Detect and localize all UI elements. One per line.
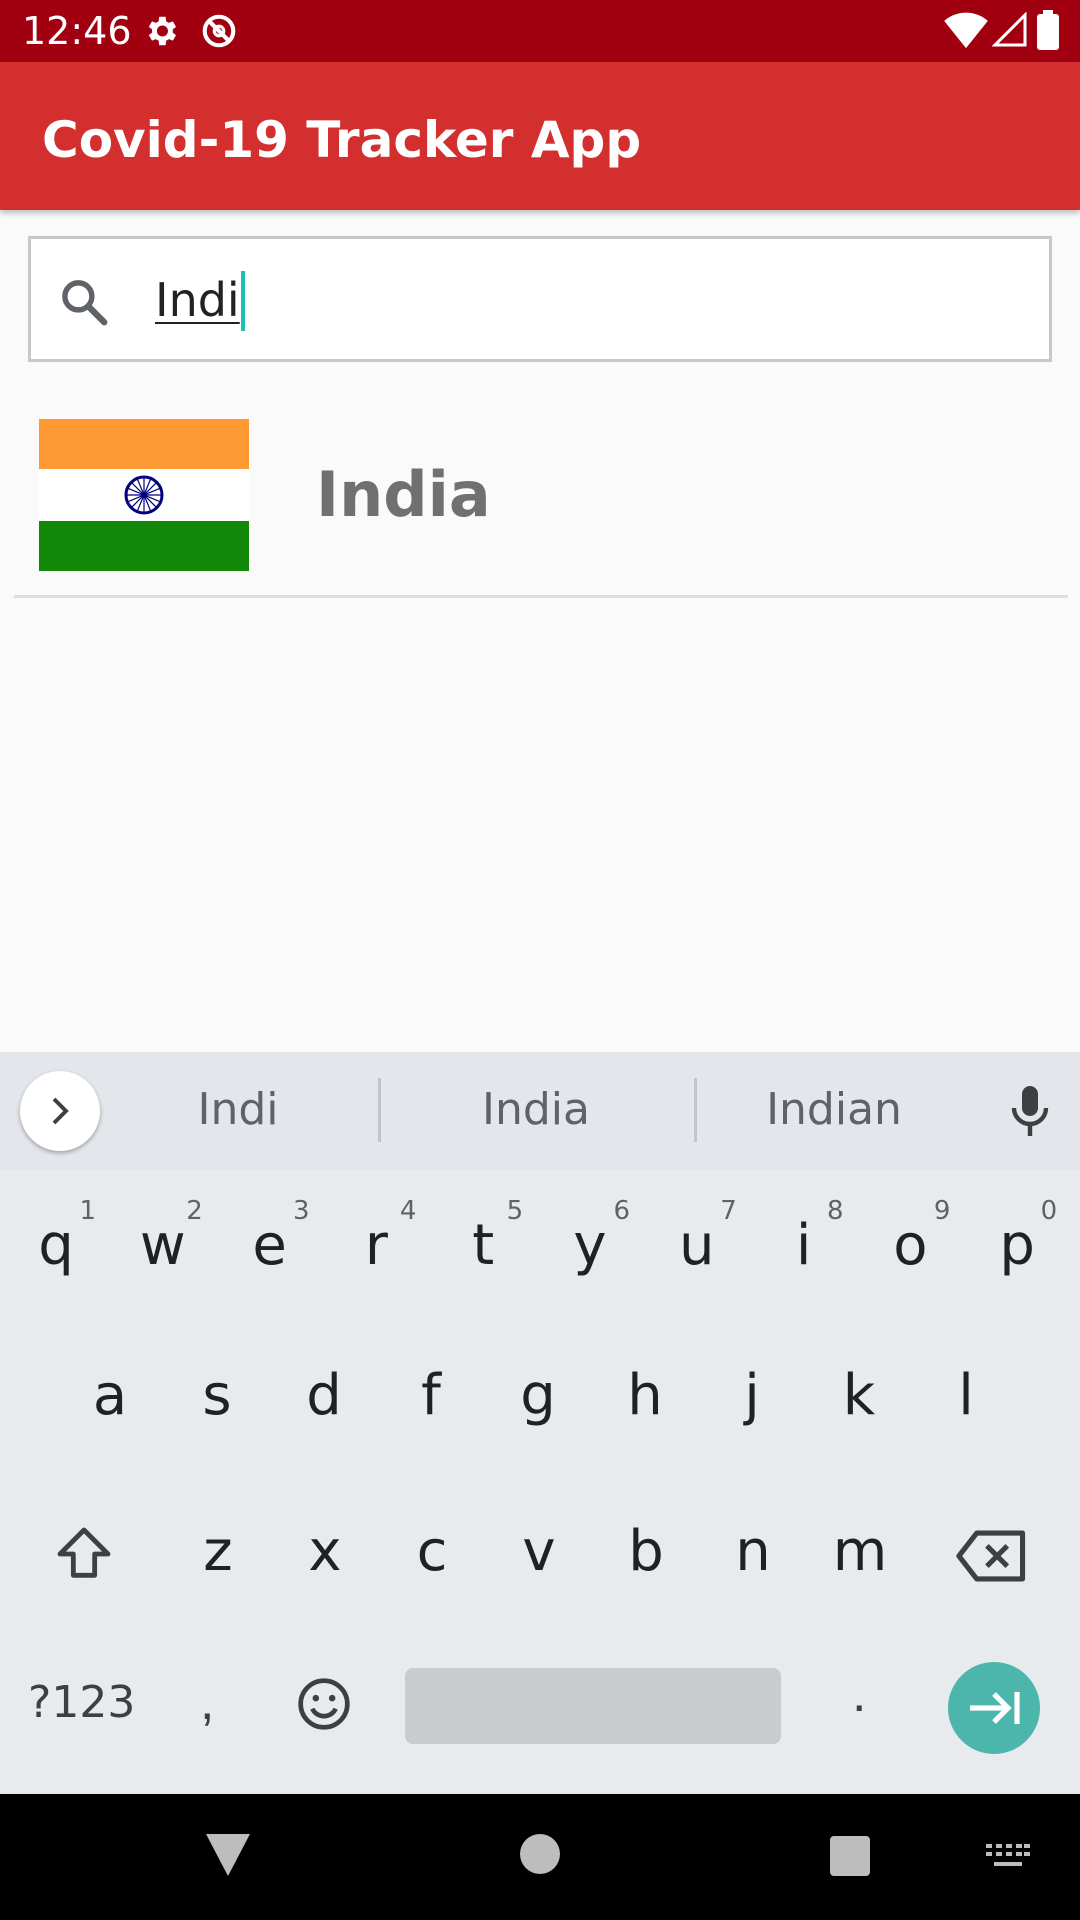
keyboard-switch-icon[interactable] xyxy=(986,1844,1030,1875)
period-key[interactable]: . xyxy=(852,1664,866,1724)
key-label: q xyxy=(38,1213,74,1278)
flag-saffron-band xyxy=(39,419,249,469)
wifi-icon xyxy=(944,10,988,49)
suggestion-1[interactable]: Indi xyxy=(138,1080,338,1140)
microphone-icon[interactable] xyxy=(1005,1084,1055,1140)
key-label: i xyxy=(795,1213,812,1278)
key-i[interactable]: i8 xyxy=(756,1186,852,1306)
key-z[interactable]: z xyxy=(170,1492,266,1612)
key-f[interactable]: f xyxy=(383,1336,479,1456)
key-x[interactable]: x xyxy=(277,1492,373,1612)
suggestion-divider xyxy=(378,1078,381,1142)
space-key[interactable] xyxy=(405,1668,781,1744)
flag-green-band xyxy=(39,521,249,571)
screen: 12:46 Covid-19 Tracker App Indi India In… xyxy=(0,0,1080,1920)
key-e[interactable]: e3 xyxy=(222,1186,318,1306)
key-p[interactable]: p0 xyxy=(969,1186,1065,1306)
key-hint: 4 xyxy=(399,1196,417,1226)
country-name: India xyxy=(316,458,491,531)
key-a[interactable]: a xyxy=(62,1336,158,1456)
key-k[interactable]: k xyxy=(811,1336,907,1456)
next-arrow-icon xyxy=(970,1692,1020,1724)
app-title: Covid-19 Tracker App xyxy=(42,111,642,169)
key-q[interactable]: q1 xyxy=(8,1186,104,1306)
enter-key[interactable] xyxy=(948,1662,1040,1754)
search-icon xyxy=(57,275,111,329)
key-label: p xyxy=(999,1213,1035,1278)
recents-icon[interactable] xyxy=(830,1836,870,1881)
suggestion-divider xyxy=(694,1078,697,1142)
signal-icon xyxy=(991,11,1030,50)
suggestion-bar: Indi India Indian xyxy=(0,1052,1080,1170)
expand-suggestions-button[interactable] xyxy=(20,1071,100,1151)
key-label: r xyxy=(364,1213,388,1278)
key-u[interactable]: u7 xyxy=(649,1186,745,1306)
key-label: w xyxy=(139,1213,186,1278)
no-disturb-icon xyxy=(200,12,238,50)
key-j[interactable]: j xyxy=(704,1336,800,1456)
key-o[interactable]: o9 xyxy=(862,1186,958,1306)
key-label: e xyxy=(252,1213,287,1278)
suggestion-2[interactable]: India xyxy=(436,1080,636,1140)
key-d[interactable]: d xyxy=(276,1336,372,1456)
settings-icon xyxy=(142,12,180,50)
key-y[interactable]: y6 xyxy=(542,1186,638,1306)
battery-icon xyxy=(1036,10,1060,50)
key-hint: 3 xyxy=(293,1196,310,1226)
key-s[interactable]: s xyxy=(169,1336,265,1456)
key-l[interactable]: l xyxy=(918,1336,1014,1456)
status-bar: 12:46 xyxy=(0,0,1080,62)
key-hint: 7 xyxy=(720,1196,737,1226)
list-item[interactable]: India xyxy=(14,396,1068,598)
key-hint: 6 xyxy=(613,1196,630,1226)
backspace-icon xyxy=(956,1530,1026,1582)
status-time: 12:46 xyxy=(22,9,132,53)
emoji-icon xyxy=(298,1678,350,1730)
key-g[interactable]: g xyxy=(490,1336,586,1456)
key-hint: 8 xyxy=(827,1196,844,1226)
key-m[interactable]: m xyxy=(812,1492,908,1612)
navigation-bar xyxy=(0,1794,1080,1920)
app-bar: Covid-19 Tracker App xyxy=(0,62,1080,210)
key-hint: 1 xyxy=(79,1196,96,1226)
key-label: y xyxy=(573,1213,607,1278)
emoji-key[interactable] xyxy=(296,1676,352,1737)
chevron-right-icon xyxy=(52,1097,69,1125)
ashoka-chakra-icon xyxy=(124,475,164,515)
key-w[interactable]: w2 xyxy=(115,1186,211,1306)
key-hint: 9 xyxy=(933,1196,951,1226)
flag-white-band xyxy=(39,469,249,521)
symbols-key[interactable]: ?123 xyxy=(28,1673,148,1733)
search-input[interactable]: Indi xyxy=(155,269,245,331)
backspace-key[interactable] xyxy=(956,1528,1028,1589)
key-label: u xyxy=(679,1213,715,1278)
text-cursor xyxy=(240,270,245,331)
key-hint: 2 xyxy=(186,1196,203,1226)
key-hint: 0 xyxy=(1040,1196,1058,1226)
india-flag xyxy=(39,419,249,571)
key-h[interactable]: h xyxy=(597,1336,693,1456)
key-label: t xyxy=(472,1213,495,1278)
suggestion-3[interactable]: Indian xyxy=(734,1080,934,1140)
shift-icon xyxy=(57,1527,111,1578)
comma-key[interactable]: , xyxy=(200,1672,214,1732)
back-icon[interactable] xyxy=(206,1834,250,1881)
key-b[interactable]: b xyxy=(598,1492,694,1612)
search-field[interactable]: Indi xyxy=(28,236,1052,362)
shift-key[interactable] xyxy=(52,1522,116,1591)
keyboard: Indi India Indian q1w2e3r4t5y6u7i8o9p0 a… xyxy=(0,1052,1080,1794)
key-t[interactable]: t5 xyxy=(435,1186,531,1306)
key-c[interactable]: c xyxy=(384,1492,480,1612)
key-n[interactable]: n xyxy=(705,1492,801,1612)
home-icon[interactable] xyxy=(520,1834,560,1879)
key-r[interactable]: r4 xyxy=(328,1186,424,1306)
key-label: o xyxy=(893,1213,928,1278)
key-v[interactable]: v xyxy=(491,1492,587,1612)
key-hint: 5 xyxy=(506,1196,524,1226)
search-input-value: Indi xyxy=(155,273,240,327)
